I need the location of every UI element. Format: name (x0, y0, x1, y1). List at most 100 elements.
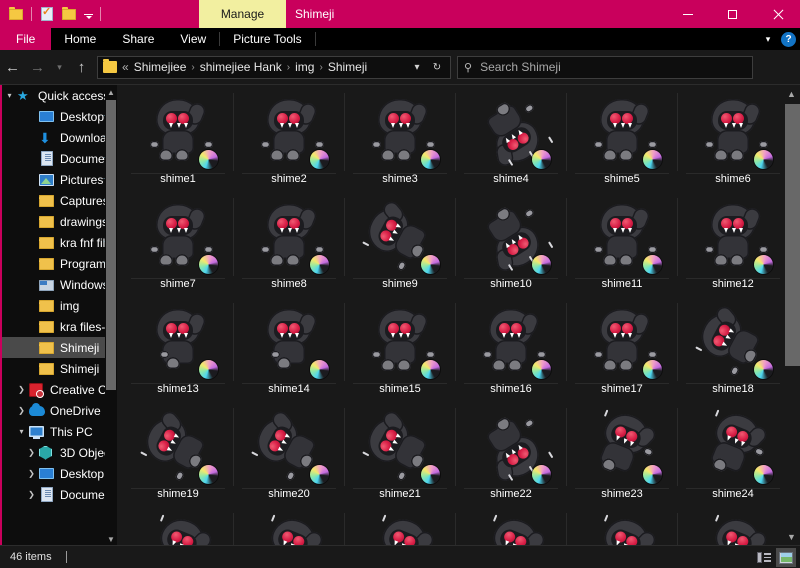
file-item[interactable]: shime12 (680, 194, 789, 299)
chevron-down-icon[interactable]: ▾ (14, 427, 29, 436)
sidebar-scrollbar-thumb[interactable] (106, 100, 116, 390)
sidebar-item-programs[interactable]: Programs📌 (2, 253, 117, 274)
file-item[interactable]: shime23 (569, 404, 678, 509)
file-item[interactable]: shime20 (236, 404, 345, 509)
sidebar-item-this-pc[interactable]: ▾ This PC (2, 421, 117, 442)
file-item[interactable]: shime29 (569, 509, 678, 545)
folder-icon[interactable] (6, 3, 26, 25)
sidebar-item-desktop[interactable]: Desktop📌 (2, 106, 117, 127)
breadcrumb-item-2[interactable]: img (293, 60, 316, 74)
chevron-right-icon[interactable]: ❯ (24, 448, 39, 457)
file-item[interactable]: shime28 (458, 509, 567, 545)
refresh-icon[interactable]: ↻ (427, 57, 447, 78)
forward-button[interactable]: → (25, 50, 50, 84)
breadcrumb-item-3[interactable]: Shimeji (326, 60, 369, 74)
chevron-right-icon[interactable]: ❯ (24, 490, 39, 499)
file-item[interactable]: shime8 (236, 194, 345, 299)
contextual-tab-manage[interactable]: Manage (199, 0, 286, 28)
tab-picture-tools[interactable]: Picture Tools (220, 28, 314, 50)
chevron-down-icon[interactable]: ▾ (2, 91, 17, 100)
chevron-right-icon[interactable]: ❯ (14, 385, 29, 394)
file-item[interactable]: shime30 (680, 509, 789, 545)
file-item[interactable]: shime9 (347, 194, 456, 299)
file-item[interactable]: shime19 (125, 404, 234, 509)
sidebar-item-documents[interactable]: ❯ Documents (2, 484, 117, 505)
content-scrollbar[interactable]: ▲ ▼ (783, 85, 800, 545)
sidebar-item-desktop[interactable]: ❯ Desktop (2, 463, 117, 484)
file-item[interactable]: shime11 (569, 194, 678, 299)
up-button[interactable]: ↑ (69, 50, 94, 84)
breadcrumb-separator[interactable]: › (316, 62, 325, 73)
sidebar-item-kra-fnf-files[interactable]: kra fnf files📌 (2, 232, 117, 253)
file-item[interactable]: shime7 (125, 194, 234, 299)
sidebar-item-windows-c[interactable]: Windows (C📌 (2, 274, 117, 295)
sidebar-item-quick-access[interactable]: ▾ ★ Quick access (2, 85, 117, 106)
sidebar-item-captures[interactable]: Captures📌 (2, 190, 117, 211)
file-item[interactable]: shime5 (569, 89, 678, 194)
close-button[interactable] (755, 0, 800, 28)
sidebar-item-onedrive[interactable]: ❯ OneDrive (2, 400, 117, 421)
sidebar-item-pictures[interactable]: Pictures📌 (2, 169, 117, 190)
chevron-down-icon[interactable]: ▾ (407, 57, 427, 78)
breadcrumb-item-0[interactable]: Shimejiee (132, 60, 189, 74)
file-item[interactable]: shime15 (347, 299, 456, 404)
file-item[interactable]: shime10 (458, 194, 567, 299)
sidebar-item-documents[interactable]: Documents📌 (2, 148, 117, 169)
file-item[interactable]: shime17 (569, 299, 678, 404)
sidebar-item-downloads[interactable]: ⬇Downloads📌 (2, 127, 117, 148)
sidebar-scrollbar[interactable]: ▲ ▼ (105, 86, 117, 545)
file-item[interactable]: shime18 (680, 299, 789, 404)
properties-icon[interactable] (37, 3, 57, 25)
recent-locations-button[interactable]: ▾ (50, 50, 69, 84)
tab-file[interactable]: File (0, 28, 52, 50)
sidebar-item-img[interactable]: img (2, 295, 117, 316)
details-view-button[interactable] (754, 548, 774, 567)
file-item[interactable]: shime2 (236, 89, 345, 194)
sidebar-item-3d-objects[interactable]: ❯ 3D Objects (2, 442, 117, 463)
krita-file-badge-icon (754, 465, 773, 484)
scroll-up-icon[interactable]: ▲ (783, 85, 800, 102)
file-item[interactable]: shime4 (458, 89, 567, 194)
breadcrumb[interactable]: « Shimejiee › shimejiee Hank › img › Shi… (97, 55, 451, 79)
tab-share[interactable]: Share (109, 28, 167, 50)
file-item[interactable]: shime16 (458, 299, 567, 404)
file-item[interactable]: shime14 (236, 299, 345, 404)
tab-home[interactable]: Home (51, 28, 109, 50)
content-scrollbar-thumb[interactable] (785, 104, 800, 366)
chevron-right-icon[interactable]: ❯ (24, 469, 39, 478)
sidebar-item-creative-cloud-f[interactable]: ❯Creative Cloud F (2, 379, 117, 400)
search-input[interactable] (478, 59, 746, 75)
breadcrumb-overflow[interactable]: « (121, 60, 132, 74)
file-item[interactable]: shime21 (347, 404, 456, 509)
file-item[interactable]: shime13 (125, 299, 234, 404)
file-item[interactable]: shime25 (125, 509, 234, 545)
new-folder-icon[interactable] (59, 3, 79, 25)
tab-view[interactable]: View (167, 28, 219, 50)
sidebar-item-shimeji[interactable]: Shimeji (2, 358, 117, 379)
chevron-right-icon[interactable]: ❯ (14, 406, 29, 415)
scroll-down-icon[interactable]: ▼ (783, 528, 800, 545)
file-item[interactable]: shime3 (347, 89, 456, 194)
breadcrumb-separator[interactable]: › (284, 62, 293, 73)
sidebar-item-kra-files[interactable]: kra files- (2, 316, 117, 337)
file-item[interactable]: shime27 (347, 509, 456, 545)
file-item[interactable]: shime6 (680, 89, 789, 194)
large-icons-view-button[interactable] (776, 548, 796, 567)
search-box[interactable]: ⚲ (457, 55, 753, 79)
back-button[interactable]: ← (0, 50, 25, 84)
help-icon[interactable]: ? (781, 31, 796, 47)
breadcrumb-item-1[interactable]: shimejiee Hank (198, 60, 284, 74)
sidebar-item-shimeji[interactable]: Shimeji (2, 337, 117, 358)
chevron-down-icon[interactable]: ▾ (761, 32, 775, 46)
file-item[interactable]: shime24 (680, 404, 789, 509)
file-item[interactable]: shime26 (236, 509, 345, 545)
minimize-button[interactable] (665, 0, 710, 28)
scroll-down-icon[interactable]: ▼ (105, 533, 117, 545)
file-item[interactable]: shime22 (458, 404, 567, 509)
scroll-up-icon[interactable]: ▲ (105, 86, 117, 99)
maximize-button[interactable] (710, 0, 755, 28)
file-item[interactable]: shime1 (125, 89, 234, 194)
chevron-down-icon[interactable] (81, 3, 95, 25)
breadcrumb-separator[interactable]: › (188, 62, 197, 73)
sidebar-item-drawings[interactable]: drawings📌 (2, 211, 117, 232)
